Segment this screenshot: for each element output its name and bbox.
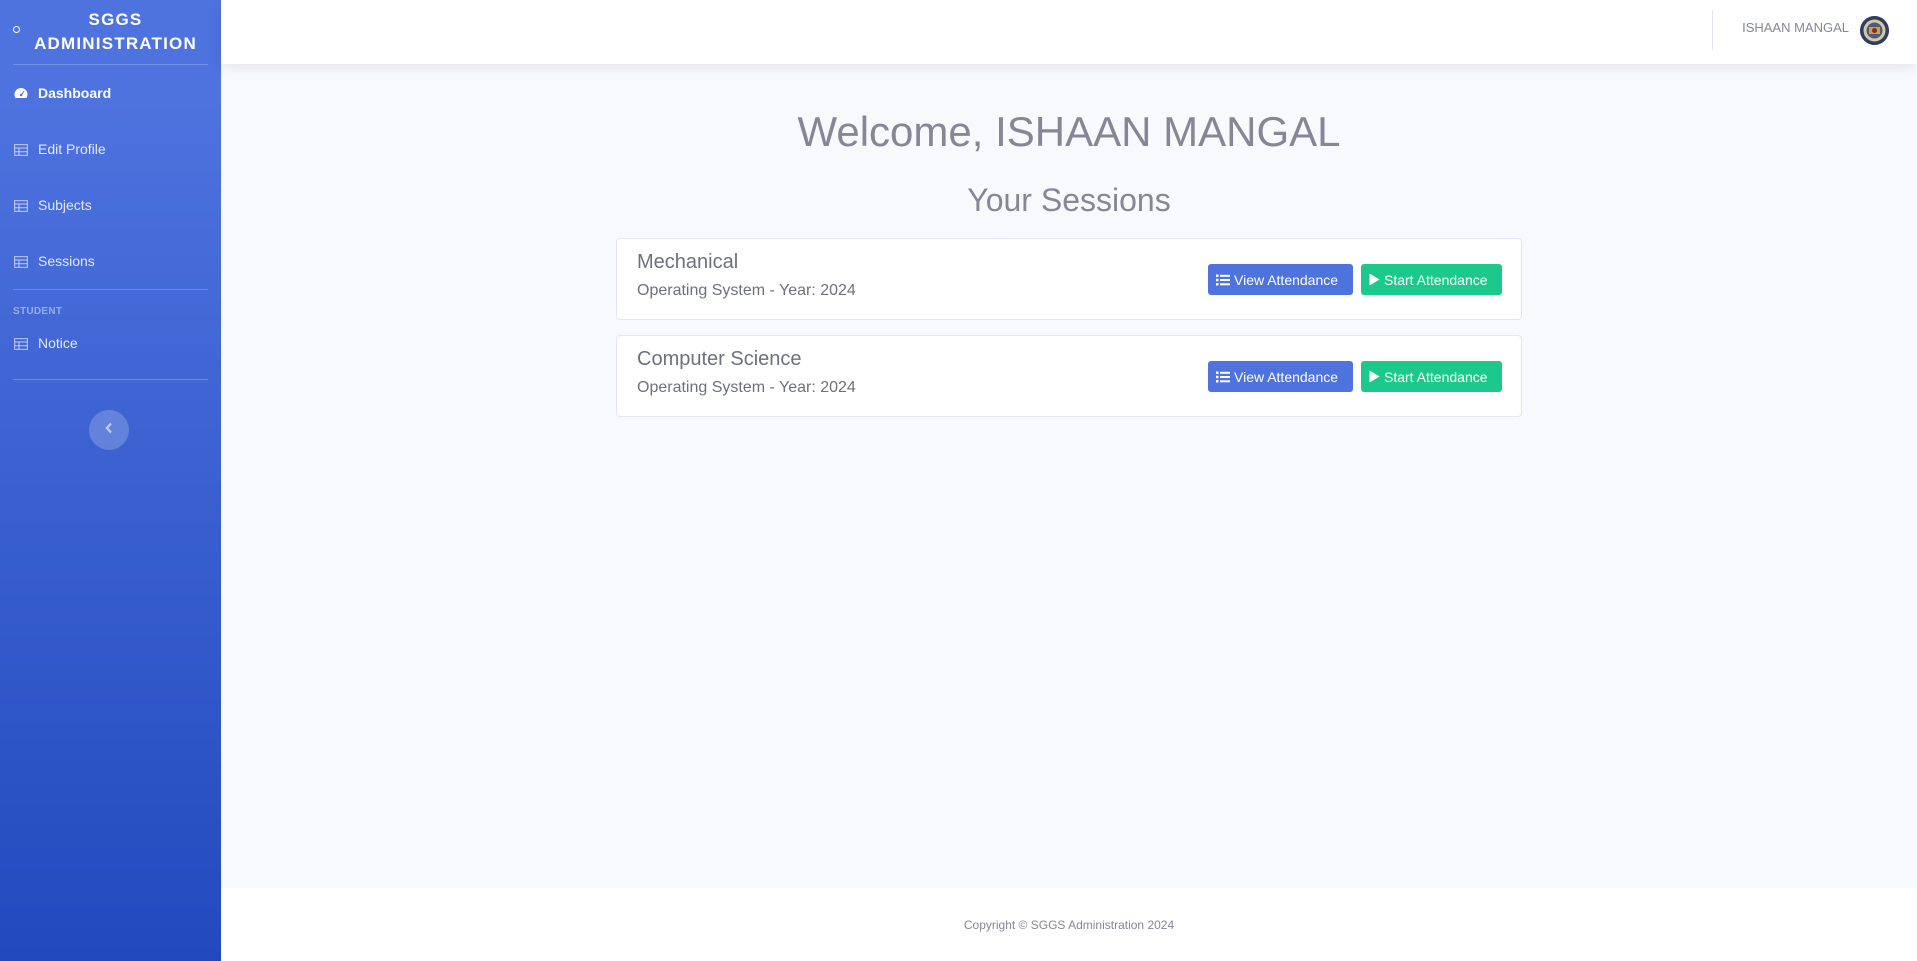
footer: Copyright © SGGS Administration 2024: [221, 888, 1917, 961]
session-card: Computer Science Operating System - Year…: [616, 335, 1522, 417]
start-attendance-label: Start Attendance: [1384, 368, 1488, 385]
user-name[interactable]: ISHAAN MANGAL: [1742, 20, 1849, 35]
session-card: Mechanical Operating System - Year: 2024…: [616, 238, 1522, 320]
footer-copyright: Copyright © SGGS Administration 2024: [963, 918, 1175, 932]
table-icon: [14, 143, 29, 157]
sidebar: SGGS ADMINISTRATION Dashboard Edit Profi…: [0, 0, 221, 961]
sessions-heading: Your Sessions: [967, 182, 1171, 218]
sidebar-item-label: Sessions: [38, 253, 95, 269]
sidebar-item-label: Notice: [38, 335, 78, 351]
table-icon: [14, 255, 29, 269]
start-attendance-label: Start Attendance: [1384, 271, 1488, 288]
session-course: Computer Science: [637, 348, 802, 370]
brand-icon: [13, 26, 20, 33]
user-avatar[interactable]: [1860, 16, 1889, 45]
brand-line-2: ADMINISTRATION: [34, 34, 197, 53]
table-icon: [14, 337, 29, 351]
sidebar-item-edit-profile[interactable]: Edit Profile: [0, 121, 221, 177]
start-attendance-button[interactable]: Start Attendance: [1361, 361, 1502, 392]
view-attendance-label: View Attendance: [1234, 271, 1339, 288]
list-icon: [1216, 274, 1230, 286]
list-icon: [1216, 371, 1230, 383]
view-attendance-button[interactable]: View Attendance: [1208, 361, 1353, 392]
sidebar-divider: [13, 379, 208, 380]
tachometer-icon: [14, 87, 28, 99]
sidebar-heading-student: STUDENT: [13, 306, 63, 317]
play-icon: [1369, 273, 1380, 286]
session-subtitle: Operating System - Year: 2024: [637, 282, 856, 299]
table-icon: [14, 199, 29, 213]
sidebar-item-label: Edit Profile: [38, 141, 106, 157]
topbar: ISHAAN MANGAL: [221, 0, 1917, 64]
view-attendance-label: View Attendance: [1234, 368, 1339, 385]
session-course: Mechanical: [637, 251, 739, 273]
sidebar-item-label: Dashboard: [38, 85, 112, 101]
brand-line-1: SGGS: [88, 10, 143, 29]
play-icon: [1369, 370, 1380, 383]
chevron-left-icon: [104, 421, 114, 439]
sidebar-toggle-button[interactable]: [89, 410, 129, 450]
topbar-divider: [1712, 10, 1713, 50]
start-attendance-button[interactable]: Start Attendance: [1361, 264, 1502, 295]
sidebar-item-dashboard[interactable]: Dashboard: [0, 65, 221, 121]
sidebar-brand[interactable]: SGGS ADMINISTRATION: [0, 0, 221, 64]
welcome-heading: Welcome, ISHAAN MANGAL: [797, 108, 1341, 155]
view-attendance-button[interactable]: View Attendance: [1208, 264, 1353, 295]
sidebar-item-label: Subjects: [38, 197, 92, 213]
sidebar-item-sessions[interactable]: Sessions: [0, 233, 221, 289]
sidebar-item-notice[interactable]: Notice: [0, 317, 221, 369]
brand-text: SGGS ADMINISTRATION: [34, 8, 197, 56]
sidebar-item-subjects[interactable]: Subjects: [0, 177, 221, 233]
session-subtitle: Operating System - Year: 2024: [637, 379, 856, 396]
